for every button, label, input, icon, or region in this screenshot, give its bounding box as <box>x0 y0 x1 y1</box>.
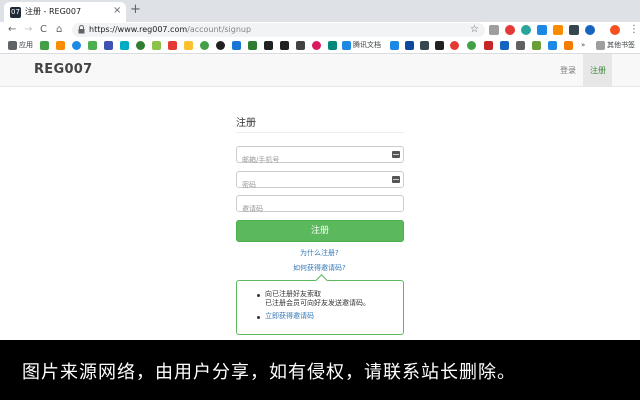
nav-signup-label: 注册 <box>590 66 606 75</box>
bookmark-icon[interactable] <box>168 41 177 50</box>
extension-icon[interactable] <box>521 25 531 35</box>
invite-code-field[interactable] <box>236 195 404 217</box>
get-invite-now-link[interactable]: 立即获得邀请码 <box>265 312 314 321</box>
bookmark-icon[interactable] <box>248 41 257 50</box>
extension-icon[interactable] <box>585 25 595 35</box>
password-manager-icon[interactable] <box>392 151 400 158</box>
bookmark-icon[interactable] <box>72 41 81 50</box>
new-tab-button[interactable]: + <box>130 3 141 17</box>
bookmark-icon[interactable] <box>136 41 145 50</box>
site-logo[interactable]: REG007 <box>34 62 93 77</box>
reload-button[interactable]: C <box>40 23 47 37</box>
bookmarks-overflow-icon[interactable]: » <box>581 40 585 51</box>
nav-login-link[interactable]: 登录 <box>560 65 576 76</box>
bullet <box>257 294 260 297</box>
bookmark-icon[interactable] <box>296 41 305 50</box>
bookmark-icon[interactable] <box>216 41 225 50</box>
bookmark-icon[interactable] <box>500 41 509 50</box>
info-line-1: 向已注册好友索取 <box>265 290 321 298</box>
disclaimer-banner: 图片来源网络，由用户分享，如有侵权，请联系站长删除。 <box>0 340 640 400</box>
bookmark-icon[interactable] <box>484 41 493 50</box>
extension-icon[interactable] <box>489 25 499 35</box>
email-field[interactable] <box>236 146 404 168</box>
bookmark-icon[interactable] <box>120 41 129 50</box>
bookmark-icon[interactable] <box>264 41 273 50</box>
why-register-link[interactable]: 为什么注册? <box>300 248 339 258</box>
password-field[interactable] <box>236 171 404 193</box>
bookmark-icon[interactable] <box>184 41 193 50</box>
bookmark-icon[interactable] <box>420 41 429 50</box>
heading-divider <box>236 132 404 133</box>
signup-button[interactable]: 注册 <box>236 220 404 242</box>
bookmark-icon[interactable] <box>516 41 525 50</box>
password-input[interactable] <box>237 177 377 193</box>
nav-signup-tab[interactable]: 注册 <box>583 54 612 86</box>
address-bar[interactable]: https://www.reg007.com/account/signup ☆ <box>72 23 485 37</box>
bookmark-icon[interactable] <box>390 41 399 50</box>
bookmark-icon[interactable] <box>405 41 414 50</box>
bookmark-icon[interactable] <box>467 41 476 50</box>
tab-title: 注册 - REG007 <box>25 7 82 16</box>
home-button[interactable]: ⌂ <box>56 23 62 37</box>
browser-tab[interactable]: 07 注册 - REG007 × <box>4 2 126 22</box>
bookmark-icon[interactable] <box>40 41 49 50</box>
bookmark-icon[interactable] <box>200 41 209 50</box>
url-path: /account/signup <box>187 25 252 34</box>
bookmark-icon[interactable] <box>548 41 557 50</box>
invite-code-input[interactable] <box>237 201 377 217</box>
bookmark-icon[interactable] <box>564 41 573 50</box>
browser-toolbar: ← → C ⌂ https://www.reg007.com/account/s… <box>0 22 640 38</box>
site-favicon-icon: 07 <box>10 7 21 18</box>
bookmark-other[interactable]: 其他书签 <box>607 40 635 51</box>
bookmark-icon[interactable] <box>152 41 161 50</box>
lock-icon <box>78 25 85 34</box>
browser-menu-icon[interactable]: ⋮ <box>629 23 639 37</box>
apps-grid-icon[interactable] <box>8 41 17 50</box>
bookmark-icon[interactable] <box>312 41 321 50</box>
tencent-docs-icon[interactable] <box>342 41 351 50</box>
invite-info-box: 向已注册好友索取 已注册会员可向好友发送邀请码。 立即获得邀请码 <box>236 280 404 335</box>
bookmark-icon[interactable] <box>232 41 241 50</box>
bookmark-icon[interactable] <box>532 41 541 50</box>
bookmark-tencent-docs[interactable]: 腾讯文档 <box>353 40 381 51</box>
disclaimer-text: 图片来源网络，由用户分享，如有侵权，请联系站长删除。 <box>22 362 516 383</box>
bullet <box>257 316 260 319</box>
forward-button[interactable]: → <box>24 23 32 37</box>
bookmark-icon[interactable] <box>56 41 65 50</box>
url-text: https://www.reg007.com/account/signup <box>89 25 251 35</box>
tab-strip: 07 注册 - REG007 × + <box>0 0 640 22</box>
bookmark-apps[interactable]: 应用 <box>19 40 33 51</box>
form-heading: 注册 <box>236 118 256 129</box>
extension-icon[interactable] <box>553 25 563 35</box>
site-navbar: REG007 登录 注册 <box>0 54 640 87</box>
bookmark-icon[interactable] <box>435 41 444 50</box>
bookmark-icon[interactable] <box>328 41 337 50</box>
bookmark-icon[interactable] <box>450 41 459 50</box>
extension-icon[interactable] <box>610 25 620 35</box>
email-input[interactable] <box>237 152 377 168</box>
tab-close-icon[interactable]: × <box>113 5 121 17</box>
bookmark-icon[interactable] <box>280 41 289 50</box>
bookmark-icon[interactable] <box>88 41 97 50</box>
url-host: https://www.reg007.com <box>89 25 188 34</box>
bookmark-icon[interactable] <box>104 41 113 50</box>
folder-icon <box>596 41 605 50</box>
extension-icon[interactable] <box>505 25 515 35</box>
extension-icon[interactable] <box>569 25 579 35</box>
info-line-2: 已注册会员可向好友发送邀请码。 <box>265 299 370 307</box>
bookmarks-bar: 应用 腾讯文档 » 其他书签 <box>0 38 640 54</box>
bookmark-star-icon[interactable]: ☆ <box>470 23 479 37</box>
password-manager-icon[interactable] <box>392 176 400 183</box>
back-button[interactable]: ← <box>8 23 16 37</box>
how-get-invite-link[interactable]: 如何获得邀请码? <box>293 263 346 273</box>
extension-icon[interactable] <box>537 25 547 35</box>
